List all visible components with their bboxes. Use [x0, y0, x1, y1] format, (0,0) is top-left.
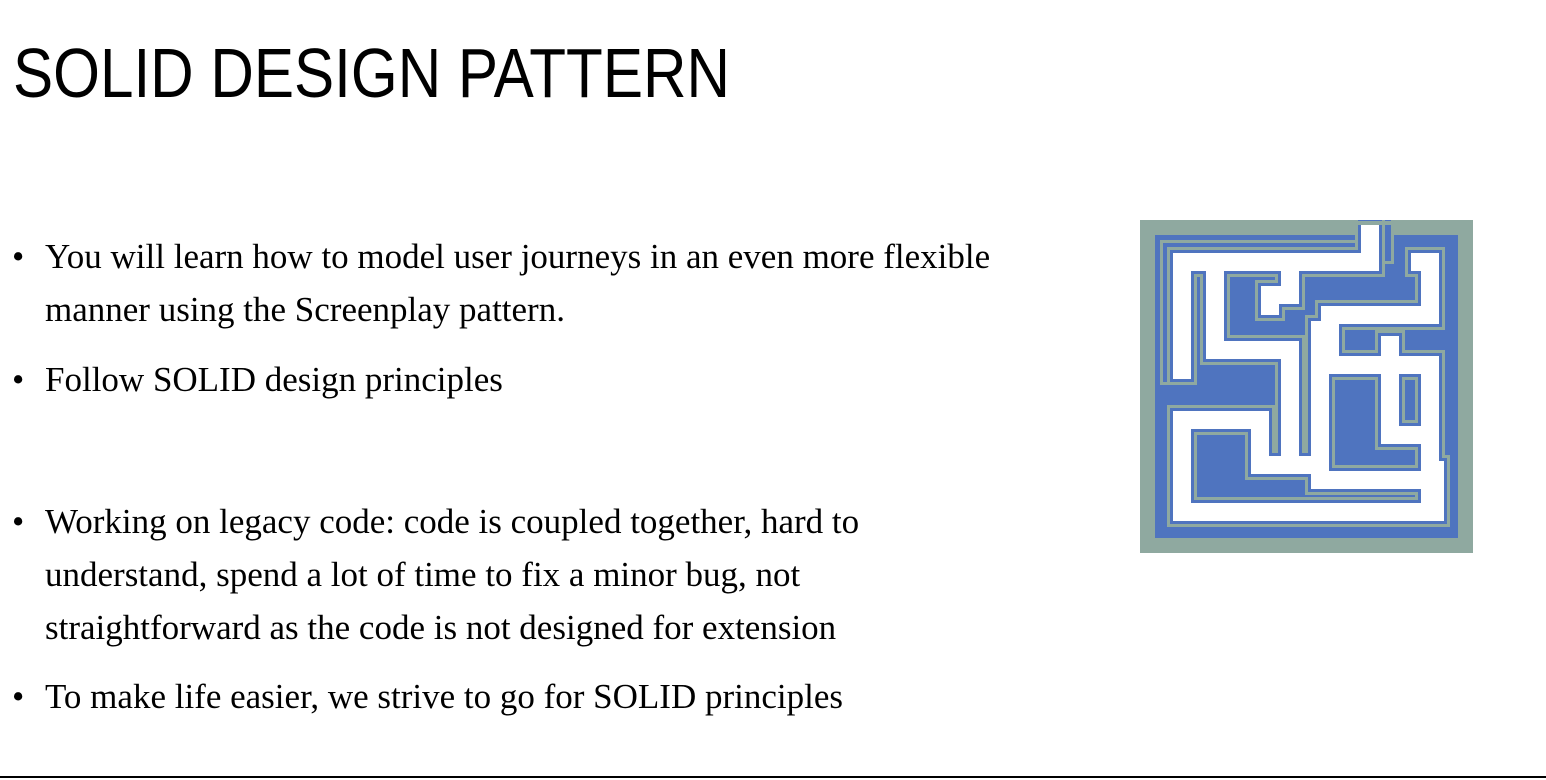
- bullet-item: • Follow SOLID design principles: [12, 353, 1012, 406]
- bullet-item: • Working on legacy code: code is couple…: [12, 495, 1012, 654]
- bullet-marker: •: [12, 360, 25, 399]
- bullet-item: • You will learn how to model user journ…: [12, 230, 1012, 336]
- bullet-text: To make life easier, we strive to go for…: [45, 677, 843, 716]
- bottom-divider: [0, 776, 1546, 778]
- bullet-text: Follow SOLID design principles: [45, 360, 503, 399]
- bullet-text: You will learn how to model user journey…: [45, 237, 991, 329]
- maze-icon: [1140, 220, 1473, 553]
- bullet-marker: •: [12, 237, 25, 276]
- slide-title: SOLID DESIGN PATTERN: [13, 34, 730, 112]
- bullet-text: Working on legacy code: code is coupled …: [45, 502, 860, 647]
- bullet-marker: •: [12, 502, 25, 541]
- slide: SOLID DESIGN PATTERN • You will learn ho…: [0, 0, 1546, 780]
- bullet-item: • To make life easier, we strive to go f…: [12, 670, 1012, 723]
- bullet-marker: •: [12, 677, 25, 716]
